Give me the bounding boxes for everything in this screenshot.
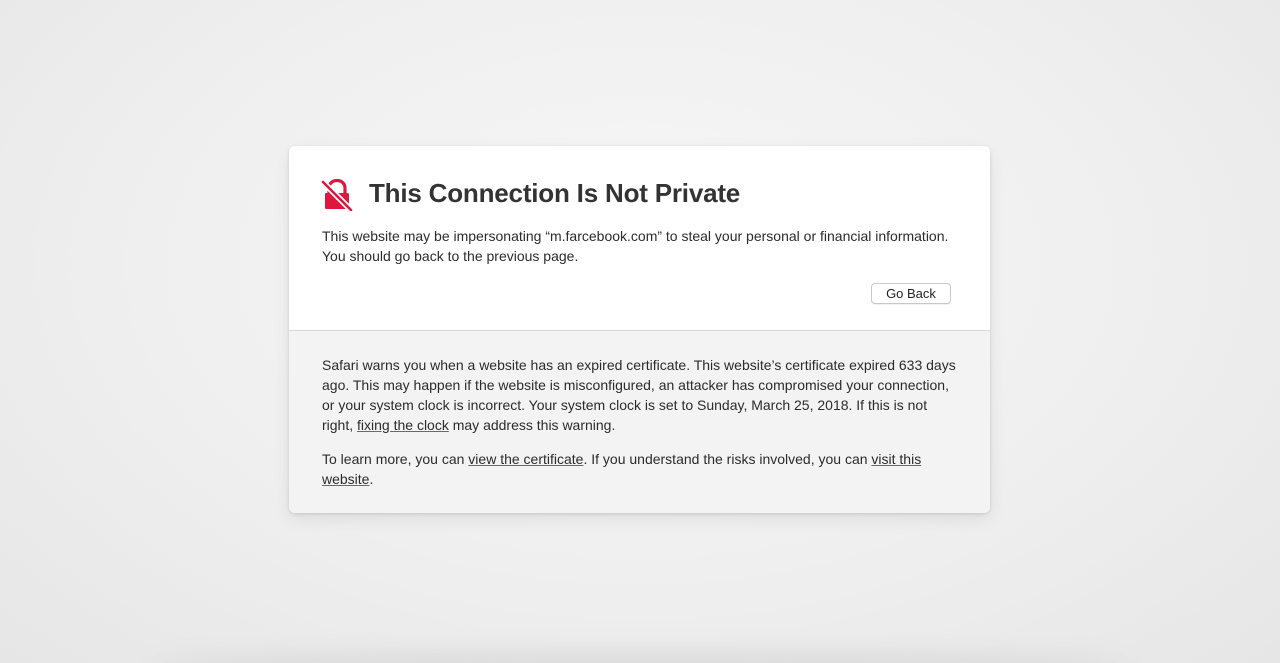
details-section: Safari warns you when a website has an e… (289, 331, 990, 513)
warning-header-section: This Connection Is Not Private This webs… (289, 146, 990, 330)
window-bottom-shadow (150, 657, 1130, 663)
go-back-button[interactable]: Go Back (871, 283, 951, 304)
page-title: This Connection Is Not Private (369, 178, 741, 208)
learn-more-prefix: To learn more, you can (322, 451, 469, 467)
fixing-the-clock-link[interactable]: fixing the clock (357, 417, 449, 433)
learn-more-suffix: . (369, 471, 374, 487)
warning-card: This Connection Is Not Private This webs… (289, 146, 990, 513)
broken-lock-icon (320, 179, 354, 211)
warning-message: This website may be impersonating “m.far… (322, 228, 949, 264)
learn-more-middle: . If you understand the risks involved, … (583, 451, 872, 467)
certificate-details-text: Safari warns you when a website has an e… (322, 355, 962, 435)
learn-more-text: To learn more, you can view the certific… (322, 449, 962, 489)
details-text-after-link: may address this warning. (448, 417, 616, 433)
view-certificate-link[interactable]: view the certificate (468, 451, 583, 467)
